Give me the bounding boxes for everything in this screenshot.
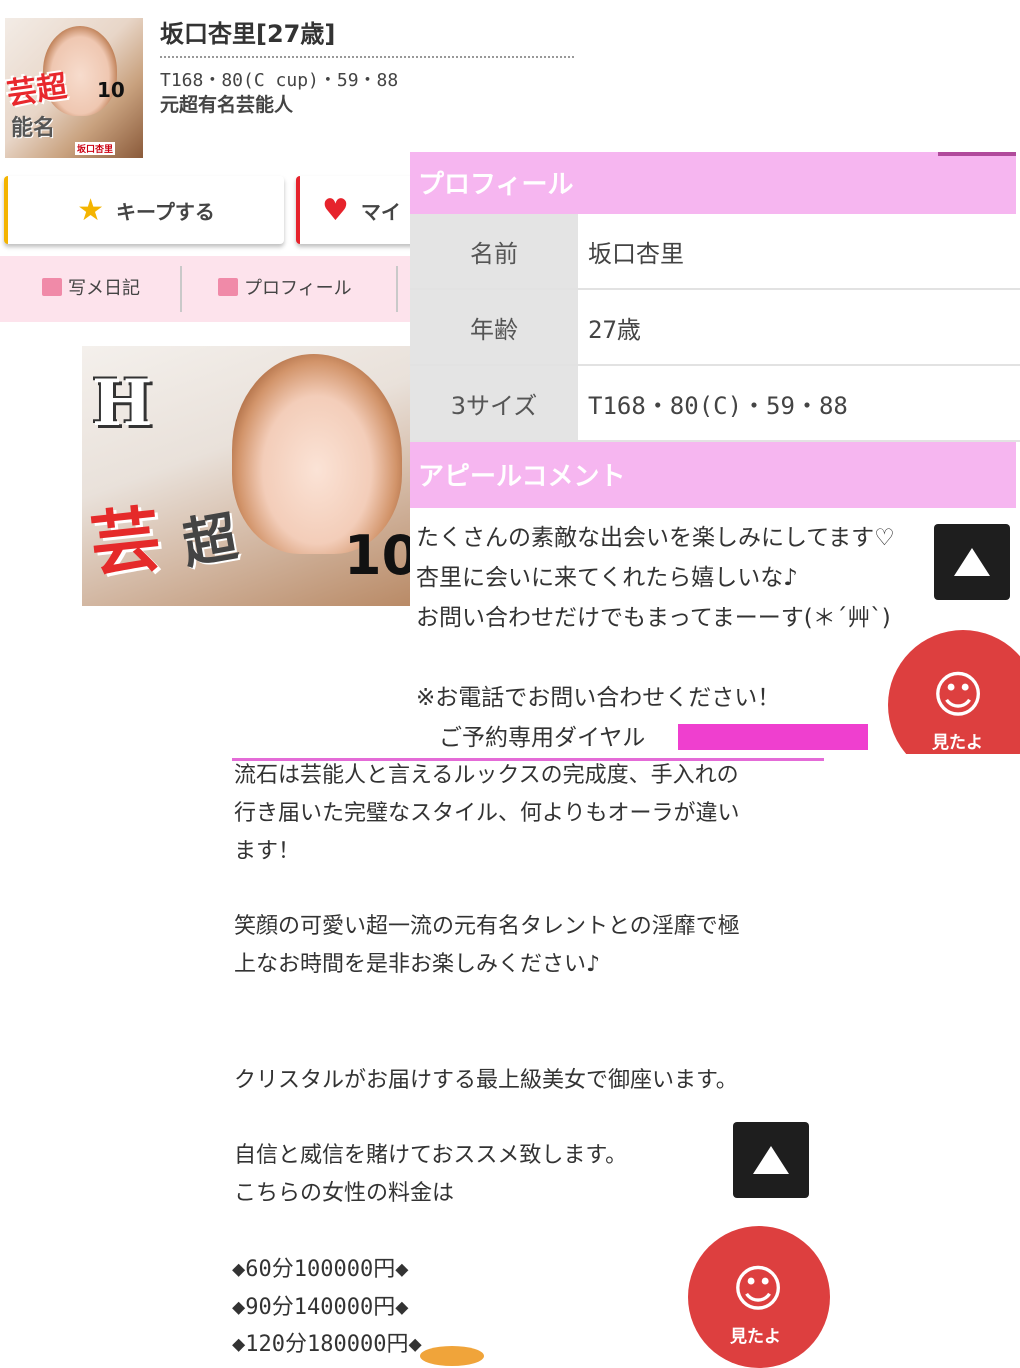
description-paragraph: 流石は芸能人と言えるルックスの完成度、手入れの 行き届いた完璧なスタイル、何より… xyxy=(234,763,740,864)
redacted-phone-number xyxy=(678,724,868,750)
thumb-tag: 芸超 xyxy=(5,68,70,113)
description-paragraph: 自信と威信を賭けておススメ致します。 こちらの女性の料金は xyxy=(234,1143,628,1206)
profile-spec: T168・80(C cup)・59・88 xyxy=(160,70,399,91)
price-item: ◆120分180000円◆ xyxy=(232,1332,422,1357)
appeal-line: たくさんの素敵な出会いを楽しみにしてます♡ xyxy=(416,525,895,551)
tab-divider xyxy=(396,266,398,312)
thumb-name: 坂口杏里 xyxy=(75,142,116,155)
profile-panel: プロフィール 名前 坂口杏里 年齢 27歳 3サイズ T168・80(C)・59… xyxy=(410,150,1020,754)
profile-thumbnail[interactable]: 芸超 能名 10 坂口杏里 xyxy=(5,18,143,158)
tab-divider xyxy=(180,266,182,312)
profile-icon xyxy=(218,278,238,296)
row-value: 坂口杏里 xyxy=(588,239,684,268)
keep-button[interactable]: ★ キープする xyxy=(4,176,284,244)
title-divider xyxy=(160,56,574,58)
thumb-number: 10 xyxy=(97,78,125,102)
heart-icon: ♥ xyxy=(322,192,349,228)
row-key: 3サイズ xyxy=(410,366,578,440)
tab-label: 写メ日記 xyxy=(68,278,140,299)
photo-text-geino: 芸 xyxy=(86,497,165,587)
diary-icon xyxy=(42,278,62,296)
smiley-icon: ☺ xyxy=(732,1260,785,1318)
profile-name-title: 坂口杏里[27歳] xyxy=(160,20,336,48)
appeal-line: お問い合わせだけでもまってまーーす(＊´艸`) xyxy=(416,605,891,631)
row-value: 27歳 xyxy=(588,315,641,344)
mitayo-button[interactable]: ☺ 見たよ xyxy=(888,630,1020,754)
mitayo-label: 見たよ xyxy=(932,733,983,753)
section-title: アピールコメント xyxy=(418,462,626,492)
description-paragraph: クリスタルがお届けする最上級美女で御座います。 xyxy=(234,1068,738,1093)
profile-row-sizes: 3サイズ T168・80(C)・59・88 xyxy=(410,366,1020,442)
up-arrow-icon xyxy=(753,1146,789,1174)
appeal-line: ※お電話でお問い合わせください！ xyxy=(416,685,781,711)
profile-tab-bar: 写メ日記 プロフィール xyxy=(0,256,410,322)
appeal-section-header: アピールコメント xyxy=(410,442,1016,508)
photo-letter: H xyxy=(92,366,153,441)
mitayo-label: 見たよ xyxy=(730,1327,781,1347)
up-arrow-icon xyxy=(954,548,990,576)
price-item: ◆90分140000円◆ xyxy=(232,1295,409,1320)
description-paragraph: 笑顔の可愛い超一流の元有名タレントとの淫靡で極 上なお時間を是非お楽しみください… xyxy=(234,914,740,977)
row-key: 年齢 xyxy=(410,290,578,364)
price-item: ◆60分100000円◆ xyxy=(232,1257,409,1282)
profile-section-header: プロフィール xyxy=(410,152,1016,214)
section-title: プロフィール xyxy=(418,170,574,200)
star-icon: ★ xyxy=(77,192,105,228)
profile-row-age: 年齢 27歳 xyxy=(410,290,1020,366)
scroll-top-button[interactable] xyxy=(934,524,1010,600)
scroll-top-button[interactable] xyxy=(733,1122,809,1198)
mitayo-button[interactable]: ☺ 見たよ xyxy=(688,1226,830,1368)
photo-text-cho: 超 xyxy=(177,504,242,577)
profile-row-name: 名前 坂口杏里 xyxy=(410,214,1020,290)
thumb-sub: 能名 xyxy=(11,116,56,141)
appeal-line: 杏里に会いに来てくれたら嬉しいな♪ xyxy=(416,565,798,591)
tab-profile[interactable]: プロフィール xyxy=(218,274,352,300)
tab-photo-diary[interactable]: 写メ日記 xyxy=(42,274,140,300)
row-value: T168・80(C)・59・88 xyxy=(588,391,848,420)
my-label: マイ xyxy=(360,199,401,224)
tab-label: プロフィール xyxy=(244,278,352,299)
appeal-line: ご予約専用ダイヤル xyxy=(416,725,646,751)
profile-category: 元超有名芸能人 xyxy=(160,94,294,116)
keep-label: キープする xyxy=(116,199,215,224)
row-key: 名前 xyxy=(410,214,578,288)
header-accent xyxy=(938,152,1016,156)
floating-badge[interactable] xyxy=(420,1346,484,1366)
photo-number: 10 xyxy=(344,524,412,587)
smiley-icon: ☺ xyxy=(932,666,985,724)
main-photo[interactable]: H 芸 超 10 xyxy=(82,346,412,606)
